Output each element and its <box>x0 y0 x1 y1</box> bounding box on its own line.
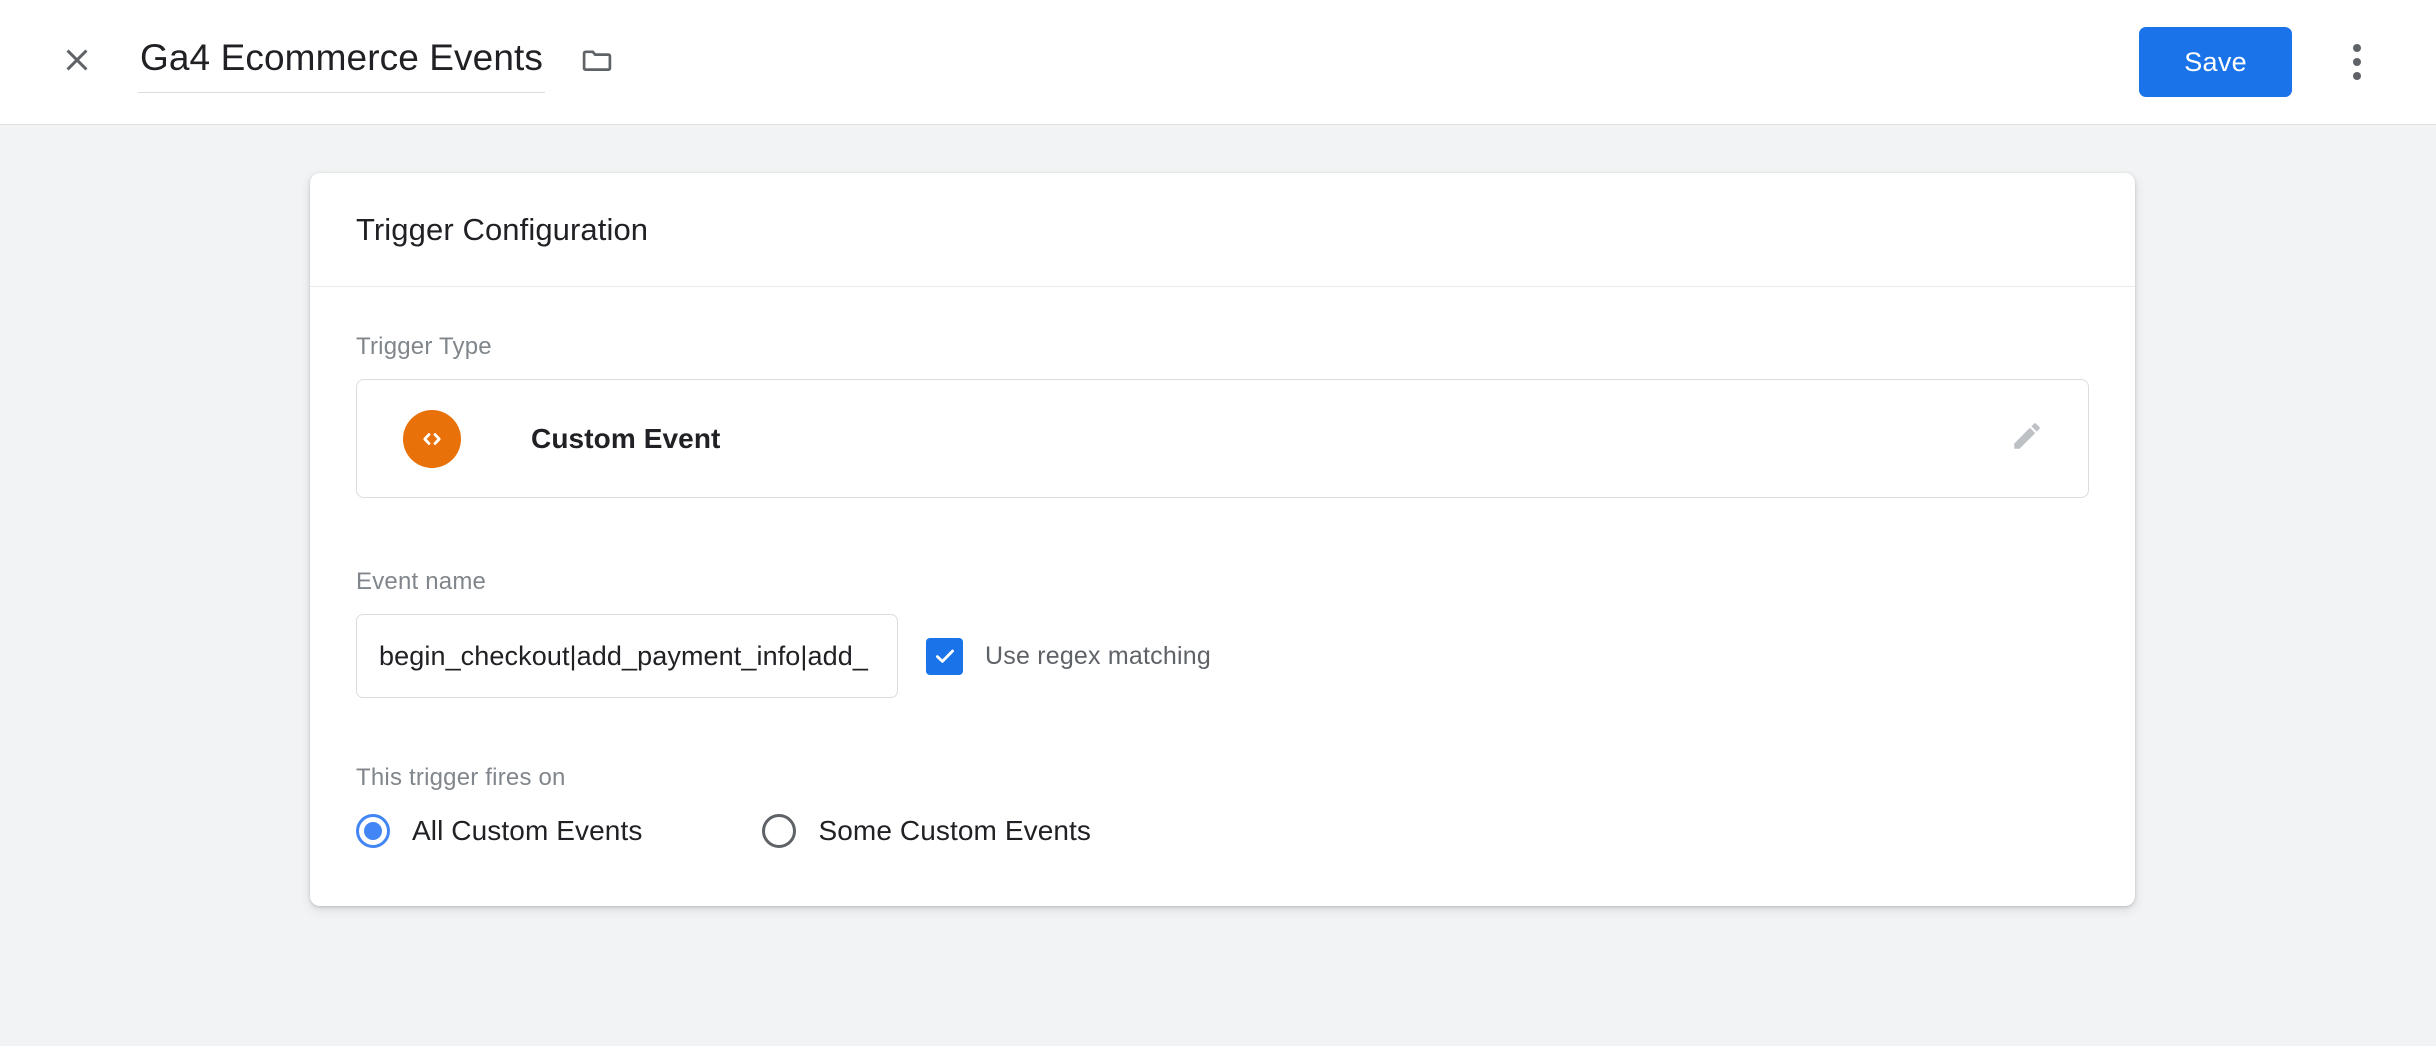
radio-some-custom-events-label: Some Custom Events <box>818 815 1092 846</box>
card-title: Trigger Configuration <box>356 211 649 247</box>
use-regex-checkbox[interactable] <box>926 637 963 675</box>
event-name-block: Event name Use regex matching <box>356 568 2089 698</box>
use-regex-checkbox-wrap[interactable]: Use regex matching <box>926 637 1211 675</box>
edit-trigger-type-button[interactable] <box>2000 412 2054 466</box>
title-area: Ga4 Ecommerce Events <box>138 31 2139 94</box>
radio-all-custom-events-control[interactable] <box>356 814 390 848</box>
close-icon <box>59 42 95 83</box>
app-header: Ga4 Ecommerce Events Save <box>0 0 2436 125</box>
use-regex-label: Use regex matching <box>985 641 1211 670</box>
radio-all-custom-events[interactable]: All Custom Events <box>356 814 642 848</box>
fires-on-label: This trigger fires on <box>356 764 566 791</box>
more-options-button[interactable] <box>2324 29 2390 95</box>
folder-button[interactable] <box>571 36 623 88</box>
save-button[interactable]: Save <box>2139 27 2292 97</box>
radio-some-custom-events[interactable]: Some Custom Events <box>762 814 1091 848</box>
trigger-type-label: Trigger Type <box>356 333 492 360</box>
code-brackets-icon <box>403 409 461 468</box>
trigger-configuration-card: Trigger Configuration Trigger Type Custo… <box>310 173 2135 906</box>
event-name-row: Use regex matching <box>356 614 2089 698</box>
header-actions: Save <box>2139 27 2390 97</box>
card-header: Trigger Configuration <box>310 173 2135 287</box>
close-button[interactable] <box>46 31 108 93</box>
more-vert-icon-dot-2 <box>2353 58 2361 66</box>
event-name-input[interactable] <box>356 614 898 698</box>
card-body: Trigger Type Custom Event Event name beg… <box>310 287 2135 906</box>
page-body: Trigger Configuration Trigger Type Custo… <box>0 125 2436 1046</box>
fires-on-radio-group: All Custom Events Some Custom Events <box>356 814 2089 848</box>
more-vert-icon-dot-1 <box>2353 44 2361 52</box>
radio-some-custom-events-control[interactable] <box>762 814 797 848</box>
event-name-label: Event name <box>356 568 487 595</box>
trigger-type-selector[interactable]: Custom Event <box>356 379 2089 498</box>
more-vert-icon-dot-3 <box>2353 72 2361 80</box>
fires-on-block: This trigger fires on All Custom Events … <box>356 764 2089 848</box>
trigger-title-input[interactable]: Ga4 Ecommerce Events <box>138 31 545 94</box>
folder-icon <box>580 43 614 82</box>
radio-all-custom-events-label: All Custom Events <box>412 815 643 846</box>
pencil-icon <box>2010 419 2044 458</box>
trigger-type-value: Custom Event <box>531 422 721 454</box>
